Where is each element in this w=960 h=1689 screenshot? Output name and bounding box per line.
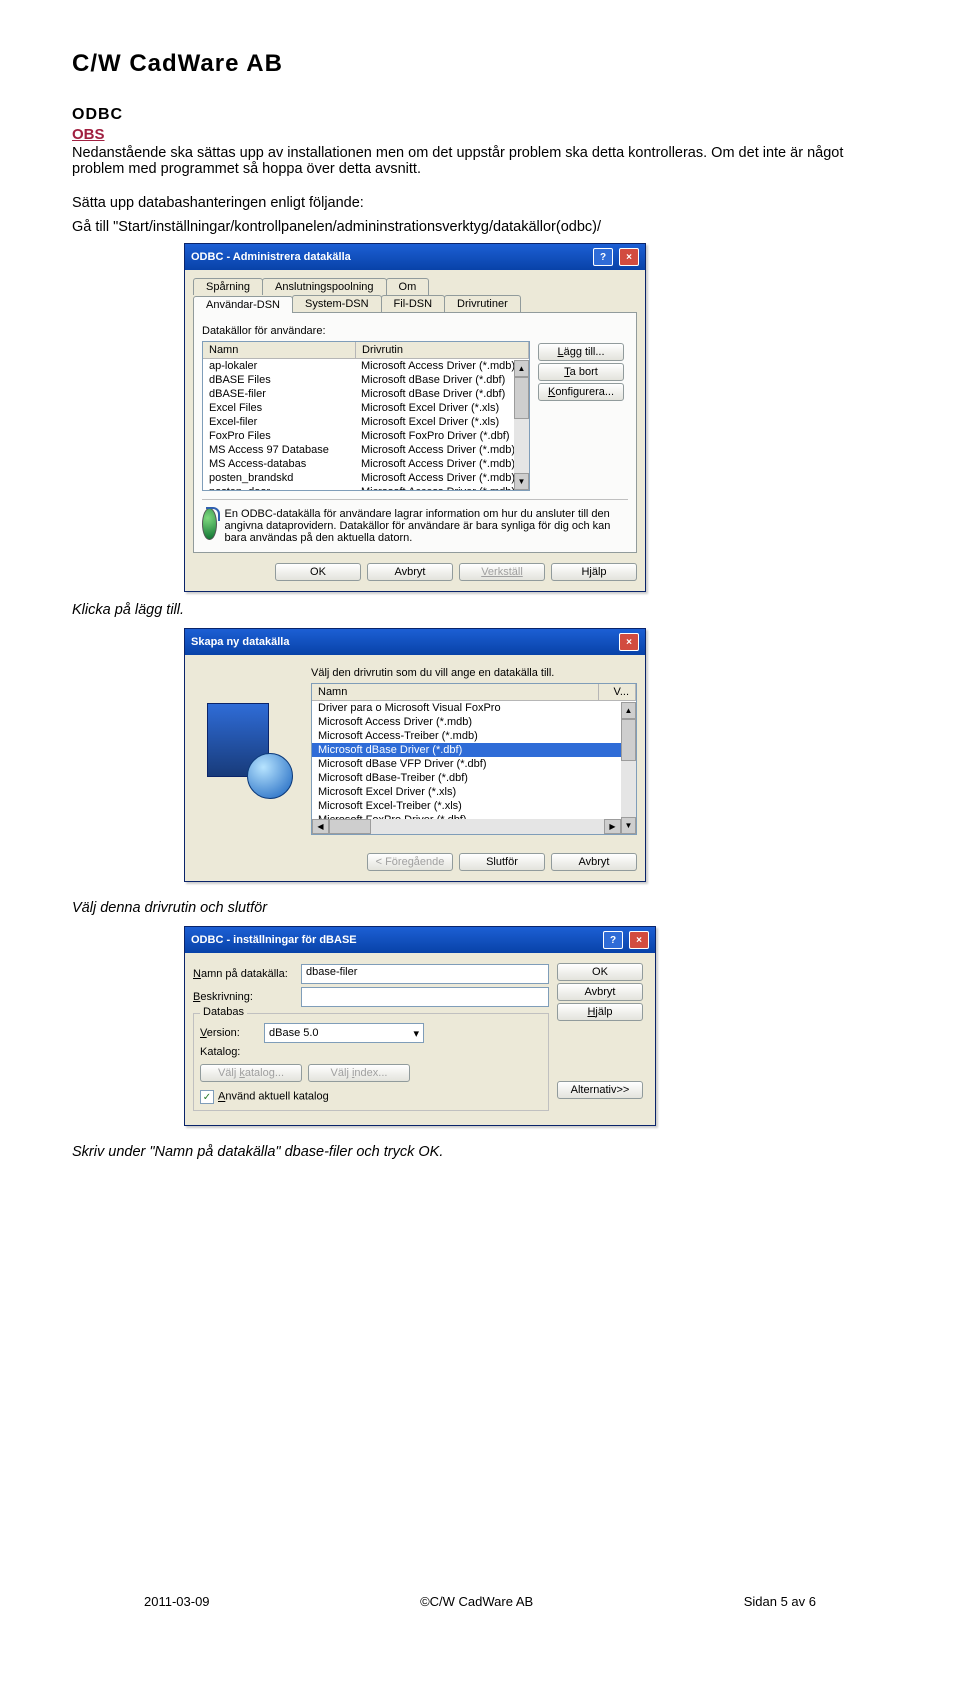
remove-button[interactable]: Ta bort bbox=[538, 363, 624, 381]
ok-button[interactable]: OK bbox=[557, 963, 643, 981]
hscrollbar[interactable]: ◀ ▶ bbox=[312, 819, 621, 834]
use-current-catalog-label: Använd aktuell katalog bbox=[218, 1091, 329, 1103]
driver-row[interactable]: Microsoft dBase VFP Driver (*.dbf)1 bbox=[312, 757, 636, 771]
driver-listbox[interactable]: Namn V... Driver para o Microsoft Visual… bbox=[311, 683, 637, 835]
use-current-catalog-checkbox[interactable]: ✓ bbox=[200, 1090, 214, 1104]
lbl-version: Version: bbox=[200, 1027, 256, 1039]
chevron-down-icon[interactable]: ▾ bbox=[413, 1027, 419, 1040]
driver-row[interactable]: Microsoft Access-Treiber (*.mdb)4 bbox=[312, 729, 636, 743]
add-button[interactable]: Lägg till... bbox=[538, 343, 624, 361]
intro-paragraph: Nedanstående ska sättas upp av installat… bbox=[72, 145, 888, 177]
options-button[interactable]: Alternativ>> bbox=[557, 1081, 643, 1099]
col-name[interactable]: Namn bbox=[203, 342, 356, 358]
help-icon[interactable]: ? bbox=[603, 931, 623, 949]
ok-button[interactable]: OK bbox=[275, 563, 361, 581]
dbase-settings-title: ODBC - inställningar för dBASE bbox=[191, 934, 357, 946]
scroll-up-icon[interactable]: ▲ bbox=[514, 360, 529, 377]
driver-row[interactable]: Driver para o Microsoft Visual FoxPro1 bbox=[312, 701, 636, 715]
hscroll-thumb[interactable] bbox=[329, 819, 371, 834]
dsn-row[interactable]: Excel-filerMicrosoft Excel Driver (*.xls… bbox=[203, 415, 529, 429]
apply-button: Verkställ bbox=[459, 563, 545, 581]
instructions-line2: Gå till "Start/inställningar/kontrollpan… bbox=[72, 219, 888, 235]
help-button[interactable]: Hjälp bbox=[557, 1003, 643, 1021]
description-input[interactable] bbox=[301, 987, 549, 1007]
close-icon[interactable]: × bbox=[619, 248, 639, 266]
driver-prompt: Välj den drivrutin som du vill ange en d… bbox=[311, 667, 637, 679]
create-dsn-title: Skapa ny datakälla bbox=[191, 636, 289, 648]
instructions-line1: Sätta upp databashanteringen enligt följ… bbox=[72, 195, 888, 211]
col-name2[interactable]: Namn bbox=[312, 684, 599, 700]
col-driver[interactable]: Drivrutin bbox=[356, 342, 529, 358]
close-icon[interactable]: × bbox=[619, 633, 639, 651]
tab-file-dsn[interactable]: Fil-DSN bbox=[381, 295, 446, 312]
vscrollbar[interactable]: ▲ ▼ bbox=[514, 360, 529, 490]
footer-date: 2011-03-09 bbox=[144, 1594, 210, 1609]
obs-label: OBS bbox=[72, 126, 888, 143]
close-icon[interactable]: × bbox=[629, 931, 649, 949]
tab-user-dsn[interactable]: Användar-DSN bbox=[193, 296, 293, 313]
footer-copy: ©C/W CadWare AB bbox=[420, 1594, 533, 1609]
vscrollbar2[interactable]: ▲ ▼ bbox=[621, 702, 636, 834]
scroll-up-icon[interactable]: ▲ bbox=[621, 702, 636, 719]
dsn-row[interactable]: dBASE-filerMicrosoft dBase Driver (*.dbf… bbox=[203, 387, 529, 401]
tab-about[interactable]: Om bbox=[386, 278, 430, 295]
database-group-label: Databas bbox=[200, 1006, 247, 1018]
driver-row[interactable]: Microsoft Access Driver (*.mdb)4 bbox=[312, 715, 636, 729]
click-add-note: Klicka på lägg till. bbox=[72, 602, 888, 618]
driver-row[interactable]: Microsoft Excel-Treiber (*.xls)4 bbox=[312, 799, 636, 813]
scroll-down-icon[interactable]: ▼ bbox=[621, 817, 636, 834]
lbl-description: Beskrivning: bbox=[193, 991, 293, 1003]
choose-index-button: Välj index... bbox=[308, 1064, 410, 1082]
scroll-down-icon[interactable]: ▼ bbox=[514, 473, 529, 490]
dsn-row[interactable]: posten_doorMicrosoft Access Driver (*.md… bbox=[203, 485, 529, 491]
driver-row[interactable]: Microsoft dBase Driver (*.dbf)4 bbox=[312, 743, 636, 757]
footer-page: Sidan 5 av 6 bbox=[744, 1594, 816, 1609]
dsn-row[interactable]: dBASE FilesMicrosoft dBase Driver (*.dbf… bbox=[203, 373, 529, 387]
scroll-left-icon[interactable]: ◀ bbox=[312, 819, 329, 834]
dsn-listbox[interactable]: Namn Drivrutin ap-lokalerMicrosoft Acces… bbox=[202, 341, 530, 491]
lbl-catalog: Katalog: bbox=[200, 1046, 256, 1058]
dsn-name-input[interactable]: dbase-filer bbox=[301, 964, 549, 984]
name-field-note: Skriv under "Namn på datakälla" dbase-fi… bbox=[72, 1144, 888, 1160]
scroll-thumb[interactable] bbox=[621, 719, 636, 761]
cancel-button[interactable]: Avbryt bbox=[367, 563, 453, 581]
dsn-row[interactable]: posten_brandskdMicrosoft Access Driver (… bbox=[203, 471, 529, 485]
dsn-row[interactable]: Excel FilesMicrosoft Excel Driver (*.xls… bbox=[203, 401, 529, 415]
odbc-admin-dialog: ODBC - Administrera datakälla ? × Spårni… bbox=[184, 243, 646, 592]
dsn-row[interactable]: ap-lokalerMicrosoft Access Driver (*.mdb… bbox=[203, 359, 529, 373]
user-sources-label: Datakällor för användare: bbox=[202, 325, 628, 337]
create-dsn-dialog: Skapa ny datakälla × Välj den drivrutin … bbox=[184, 628, 646, 882]
tab-pooling[interactable]: Anslutningspoolning bbox=[262, 278, 386, 295]
finish-button[interactable]: Slutför bbox=[459, 853, 545, 871]
wizard-icon bbox=[203, 699, 293, 799]
dsn-row[interactable]: MS Access-databasMicrosoft Access Driver… bbox=[203, 457, 529, 471]
info-text: En ODBC-datakälla för användare lagrar i… bbox=[225, 508, 628, 544]
tab-system-dsn[interactable]: System-DSN bbox=[292, 295, 382, 312]
doc-title: C/W CadWare AB bbox=[72, 50, 888, 78]
scroll-thumb[interactable] bbox=[514, 377, 529, 419]
dbase-settings-dialog: ODBC - inställningar för dBASE ? × Namn … bbox=[184, 926, 656, 1126]
dsn-row[interactable]: MS Access 97 DatabaseMicrosoft Access Dr… bbox=[203, 443, 529, 457]
configure-button[interactable]: Konfigurera... bbox=[538, 383, 624, 401]
section-heading: ODBC bbox=[72, 106, 888, 124]
cancel-button[interactable]: Avbryt bbox=[557, 983, 643, 1001]
driver-row[interactable]: Microsoft dBase-Treiber (*.dbf)4 bbox=[312, 771, 636, 785]
version-combo[interactable]: dBase 5.0▾ bbox=[264, 1023, 424, 1043]
pick-driver-note: Välj denna drivrutin och slutför bbox=[72, 900, 888, 916]
tab-tracing[interactable]: Spårning bbox=[193, 278, 263, 295]
lbl-dsn-name: Namn på datakälla: bbox=[193, 968, 293, 980]
cancel-button[interactable]: Avbryt bbox=[551, 853, 637, 871]
tab-drivers[interactable]: Drivrutiner bbox=[444, 295, 521, 312]
globe-icon bbox=[202, 508, 217, 540]
col-ver[interactable]: V... bbox=[599, 684, 636, 700]
driver-row[interactable]: Microsoft Excel Driver (*.xls)4 bbox=[312, 785, 636, 799]
choose-catalog-button: Välj katalog... bbox=[200, 1064, 302, 1082]
scroll-right-icon[interactable]: ▶ bbox=[604, 819, 621, 834]
odbc-admin-title: ODBC - Administrera datakälla bbox=[191, 251, 351, 263]
prev-button: < Föregående bbox=[367, 853, 453, 871]
help-icon[interactable]: ? bbox=[593, 248, 613, 266]
help-button[interactable]: Hjälp bbox=[551, 563, 637, 581]
dsn-row[interactable]: FoxPro FilesMicrosoft FoxPro Driver (*.d… bbox=[203, 429, 529, 443]
